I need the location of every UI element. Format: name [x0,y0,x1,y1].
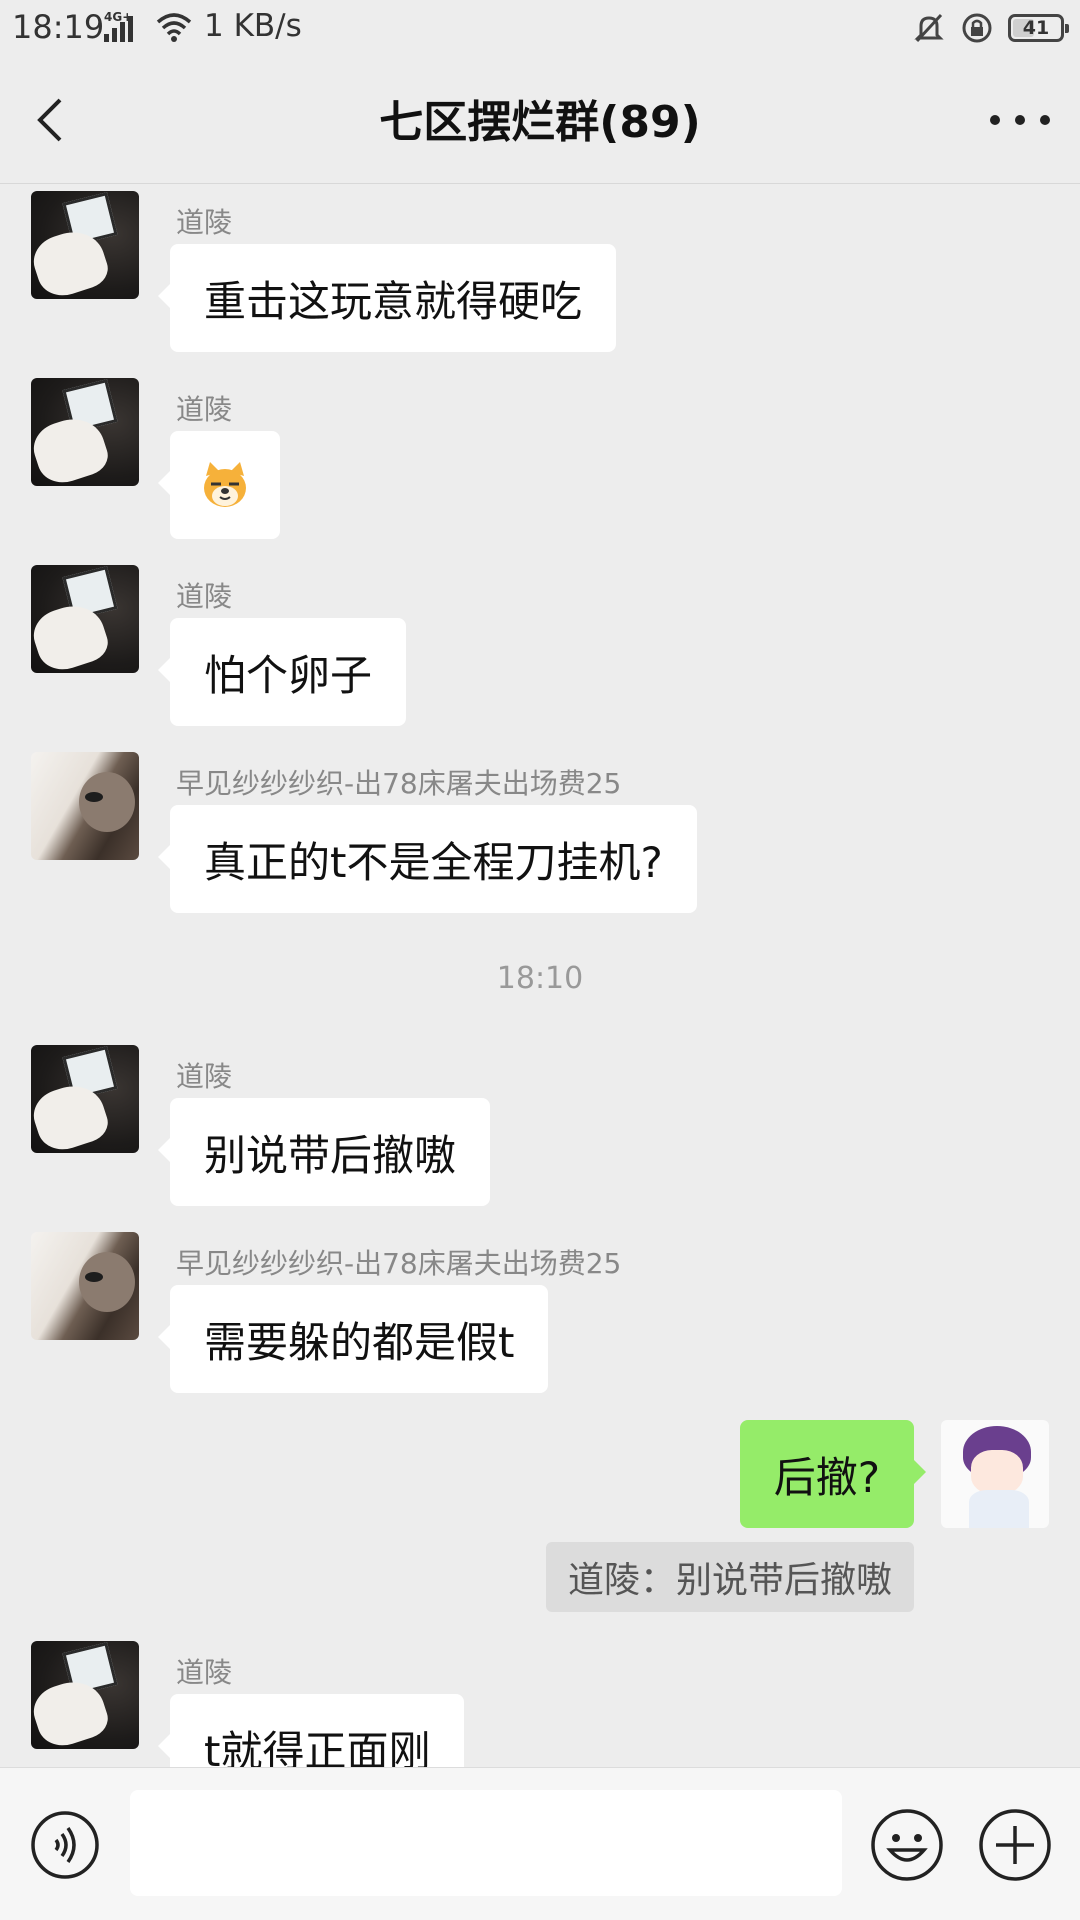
daoling-avatar[interactable] [31,1045,139,1153]
wifi-icon [156,13,192,42]
sender-name: 早见纱纱纱织-出78床屠夫出场费25 [176,767,622,800]
message-input[interactable] [130,1790,842,1896]
signal-icon: 4G+ [104,10,144,42]
message-bubble[interactable] [158,431,280,539]
message-bubble[interactable]: 重击这玩意就得硬吃 [157,244,617,352]
input-bar [0,1767,1080,1920]
message-bubble[interactable]: 需要躲的都是假t [157,1285,549,1393]
message-bubble[interactable]: t就得正面刚 [157,1694,465,1767]
more-dots-icon[interactable] [990,108,1050,132]
message-bubble[interactable]: 真正的t不是全程刀挂机? [158,805,697,913]
battery-percent: 41 [1022,17,1050,39]
chat-header: 七区摆烂群(89) [0,56,1080,184]
cat-avatar[interactable] [31,1232,139,1340]
sender-name: 道陵 [176,393,233,426]
message-list[interactable]: 道陵 重击这玩意就得硬吃 道陵 道陵 怕个卵子 早见纱纱纱织-出78床屠夫出场费… [0,185,1080,1767]
plus-icon[interactable] [978,1808,1052,1882]
doge-emoji-icon [204,462,246,507]
daoling-avatar[interactable] [31,378,139,486]
mute-bell-icon [914,13,944,43]
emoji-icon[interactable] [870,1808,944,1882]
network-speed: 1 KB/s [204,8,302,44]
message-bubble[interactable]: 别说带后撤嗷 [157,1098,491,1206]
anime-avatar[interactable] [941,1420,1049,1528]
sender-name: 道陵 [176,580,233,613]
sender-name: 早见纱纱纱织-出78床屠夫出场费25 [176,1247,622,1280]
time-separator: 18:10 [496,961,584,996]
status-bar: 18:19 4G+ 1 KB/s 41 [0,0,1080,56]
sender-name: 道陵 [176,1060,233,1093]
voice-icon[interactable] [30,1810,100,1880]
cat-avatar[interactable] [31,752,139,860]
chat-title[interactable]: 七区摆烂群(89) [0,86,1080,150]
rotation-lock-icon [962,13,992,43]
message-bubble-mine[interactable]: 后撤? [739,1420,927,1528]
message-bubble[interactable]: 怕个卵子 [157,618,407,726]
sender-name: 道陵 [176,206,233,239]
status-time: 18:19 [12,8,105,46]
quoted-reply[interactable]: 道陵：别说带后撤嗷 [545,1542,914,1612]
daoling-avatar[interactable] [31,565,139,673]
daoling-avatar[interactable] [31,1641,139,1749]
sender-name: 道陵 [176,1656,233,1689]
battery-icon: 41 [1008,14,1069,42]
daoling-avatar[interactable] [31,191,139,299]
